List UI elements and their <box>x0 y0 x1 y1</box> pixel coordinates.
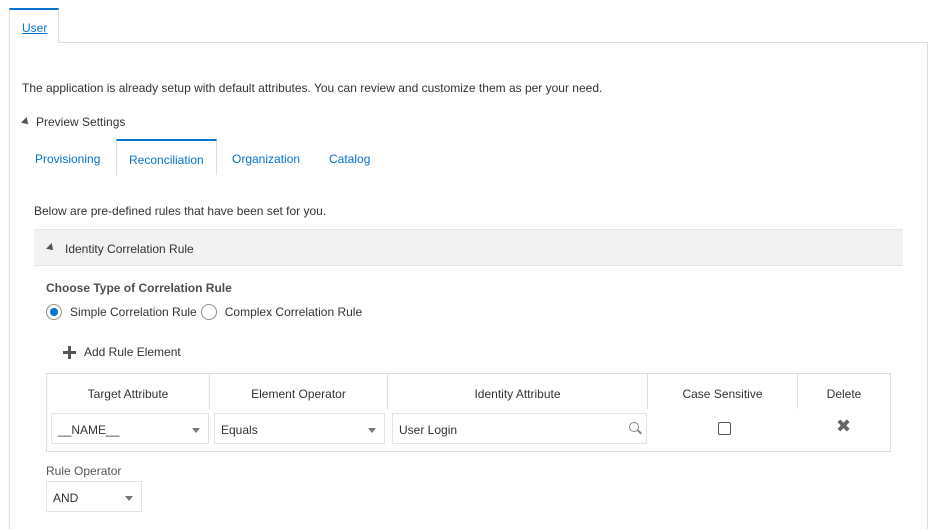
correlation-type-radio-group: Simple Correlation Rule Complex Correlat… <box>46 304 366 320</box>
add-rule-element-button[interactable]: Add Rule Element <box>63 345 181 359</box>
column-header-element-operator: Element Operator <box>210 374 388 409</box>
simple-correlation-label[interactable]: Simple Correlation Rule <box>70 305 197 319</box>
delete-x-icon[interactable]: ✖ <box>836 418 851 436</box>
complex-correlation-label[interactable]: Complex Correlation Rule <box>225 305 362 319</box>
tab-user-label[interactable]: User <box>22 21 47 35</box>
tab-catalog[interactable]: Catalog <box>329 139 370 174</box>
rule-operator-select[interactable]: AND <box>46 481 142 512</box>
search-icon[interactable] <box>629 422 639 432</box>
chevron-down-icon <box>368 428 376 433</box>
disclosure-triangle-icon <box>46 243 56 253</box>
intro-text: The application is already setup with de… <box>22 81 603 95</box>
column-header-delete: Delete <box>826 387 862 401</box>
plus-icon <box>63 345 76 359</box>
disclosure-triangle-icon <box>21 117 31 127</box>
column-header-target-attribute: Target Attribute <box>47 374 210 409</box>
identity-correlation-rule-header[interactable]: Identity Correlation Rule <box>34 229 903 266</box>
element-operator-value: Equals <box>221 423 258 437</box>
complex-correlation-radio[interactable] <box>200 304 217 320</box>
chevron-down-icon <box>192 428 200 433</box>
identity-attribute-input[interactable]: User Login <box>392 413 647 444</box>
add-rule-element-label: Add Rule Element <box>84 345 181 359</box>
tab-reconciliation[interactable]: Reconciliation <box>116 139 217 175</box>
rule-operator-value: AND <box>53 491 79 505</box>
target-attribute-select[interactable]: __NAME__ <box>51 413 209 444</box>
section-title: Identity Correlation Rule <box>65 242 194 256</box>
tab-provisioning[interactable]: Provisioning <box>35 139 100 174</box>
tab-user[interactable]: User <box>9 8 59 43</box>
identity-attribute-value: User Login <box>399 423 458 437</box>
preview-settings-label: Preview Settings <box>36 115 126 129</box>
preview-subtabs: Provisioning Reconciliation Organization… <box>22 139 902 175</box>
rule-elements-table: Target Attribute Element Operator Identi… <box>46 373 891 452</box>
column-header-case-sensitive: Case Sensitive <box>648 374 798 409</box>
preview-settings-toggle[interactable]: Preview Settings <box>21 115 126 129</box>
simple-correlation-radio[interactable] <box>46 304 62 320</box>
rules-intro-text: Below are pre-defined rules that have be… <box>34 204 327 218</box>
correlation-type-heading: Choose Type of Correlation Rule <box>46 281 232 295</box>
case-sensitive-checkbox[interactable] <box>718 422 731 435</box>
element-operator-select[interactable]: Equals <box>214 413 385 444</box>
chevron-down-icon <box>125 496 133 501</box>
rule-operator-label: Rule Operator <box>46 464 122 478</box>
column-header-identity-attribute: Identity Attribute <box>388 374 648 409</box>
target-attribute-value: __NAME__ <box>58 423 120 437</box>
tab-organization[interactable]: Organization <box>232 139 300 174</box>
